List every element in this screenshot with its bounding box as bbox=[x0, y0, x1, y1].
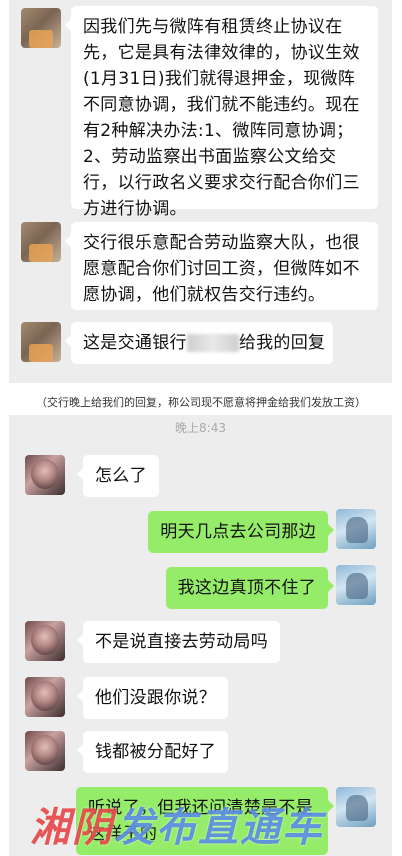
user-avatar[interactable] bbox=[336, 565, 376, 605]
message-bubble[interactable]: 我这边真顶不住了 bbox=[165, 567, 335, 609]
contact-avatar[interactable] bbox=[25, 731, 65, 771]
top-chat-screenshot: 因我们先与微阵有租赁终止协议在先，它是具有法律效律的，协议生效(1月31日)我们… bbox=[9, 0, 392, 383]
message-bubble[interactable]: 怎么了 bbox=[77, 455, 159, 497]
message-text: 怎么了 bbox=[95, 466, 147, 486]
message-text: 给我的回复 bbox=[238, 333, 326, 353]
message-bubble[interactable]: 交行很乐意配合劳动监察大队，也很愿意配合你们讨回工资，但微阵如不愿协调，他们就权… bbox=[65, 222, 378, 310]
redaction-blur bbox=[186, 334, 239, 352]
user-avatar[interactable] bbox=[336, 509, 376, 549]
contact-avatar[interactable] bbox=[21, 8, 61, 48]
message-text: 他们没跟你说？ bbox=[95, 688, 217, 708]
message-text: 这是交通银行 bbox=[83, 333, 187, 353]
watermark-text: 发布直通车 bbox=[114, 805, 324, 851]
message-bubble[interactable]: 因我们先与微阵有租赁终止协议在先，它是具有法律效律的，协议生效(1月31日)我们… bbox=[65, 6, 378, 219]
timestamp: 晚上8:43 bbox=[175, 421, 226, 435]
message-text: 交行很乐意配合劳动监察大队，也很愿意配合你们讨回工资，但微阵如不愿协调，他们就权… bbox=[83, 233, 360, 305]
contact-avatar[interactable] bbox=[21, 322, 61, 362]
message-text: 钱都被分配好了 bbox=[95, 742, 217, 762]
message-text: 明天几点去公司那边 bbox=[160, 522, 316, 542]
watermark-logo: 湘阴发布直通车 bbox=[30, 795, 375, 853]
message-bubble[interactable]: 不是说直接去劳动局吗 bbox=[77, 621, 280, 663]
message-bubble[interactable]: 这是交通银行 给我的回复 bbox=[65, 322, 333, 364]
bottom-chat-screenshot: 晚上8:43 怎么了 明天几点去公司那边 我这边真顶不住了 不是说直接去劳动局吗… bbox=[9, 415, 392, 856]
message-text: 不是说直接去劳动局吗 bbox=[95, 632, 268, 652]
message-bubble[interactable]: 他们没跟你说？ bbox=[76, 677, 229, 719]
watermark-text: 湘阴 bbox=[30, 805, 114, 851]
message-text: 因我们先与微阵有租赁终止协议在先，它是具有法律效律的，协议生效(1月31日)我们… bbox=[83, 17, 360, 219]
contact-avatar[interactable] bbox=[25, 621, 65, 661]
contact-avatar[interactable] bbox=[25, 455, 65, 495]
message-text: 我这边真顶不住了 bbox=[177, 578, 316, 598]
message-bubble[interactable]: 明天几点去公司那边 bbox=[148, 511, 334, 553]
contact-avatar[interactable] bbox=[25, 677, 65, 717]
message-bubble[interactable]: 钱都被分配好了 bbox=[76, 731, 229, 773]
caption: （交行晚上给我们的回复，称公司现不愿意将押金给我们发放工资） bbox=[36, 396, 366, 409]
contact-avatar[interactable] bbox=[21, 222, 61, 262]
